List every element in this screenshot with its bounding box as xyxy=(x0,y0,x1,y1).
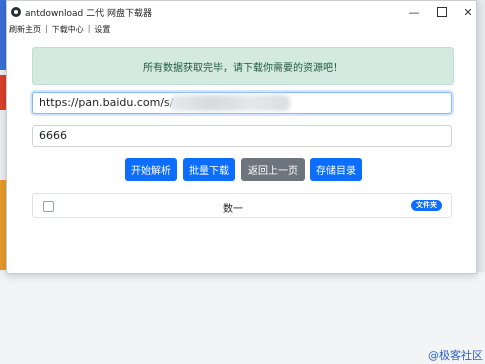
watermark-text: @极客社区 xyxy=(428,349,483,362)
close-button[interactable]: ✕ xyxy=(457,4,479,20)
menu-item-refresh-home[interactable]: 刷新主页 xyxy=(9,24,41,38)
row-checkbox[interactable] xyxy=(43,201,54,212)
minimize-button[interactable]: — xyxy=(403,4,425,20)
maximize-button[interactable] xyxy=(431,4,453,20)
batch-download-button[interactable]: 批量下载 xyxy=(183,158,235,181)
folder-badge: 文件夹 xyxy=(411,200,442,211)
app-window: antdownload 二代 网盘下载器 — ✕ 刷新主页 | 下载中心 | 设… xyxy=(6,0,477,274)
menu-separator: | xyxy=(87,24,91,33)
extract-code-input[interactable]: 6666 xyxy=(32,125,452,147)
window-title: antdownload 二代 网盘下载器 xyxy=(25,9,152,19)
redacted-url-blur xyxy=(170,95,290,111)
menu-item-settings[interactable]: 设置 xyxy=(94,24,110,38)
menu-bar: 刷新主页 | 下载中心 | 设置 xyxy=(9,24,110,38)
back-button[interactable]: 返回上一页 xyxy=(241,158,305,181)
start-parse-button[interactable]: 开始解析 xyxy=(125,158,177,181)
title-bar[interactable]: antdownload 二代 网盘下载器 — ✕ xyxy=(7,1,476,23)
desktop-background xyxy=(0,272,485,364)
menu-item-download-center[interactable]: 下载中心 xyxy=(52,24,84,38)
list-item-label[interactable]: 数一 xyxy=(223,200,243,215)
save-directory-button[interactable]: 存储目录 xyxy=(310,158,362,181)
maximize-icon xyxy=(437,7,447,17)
success-alert: 所有数据获取完毕，请下载你需要的资源吧！ xyxy=(32,47,454,85)
app-logo-icon xyxy=(11,7,21,17)
file-list: 数一 文件夹 xyxy=(32,193,452,218)
main-content: 所有数据获取完毕，请下载你需要的资源吧！ https://pan.baidu.c… xyxy=(7,39,476,273)
menu-separator: | xyxy=(45,24,48,33)
